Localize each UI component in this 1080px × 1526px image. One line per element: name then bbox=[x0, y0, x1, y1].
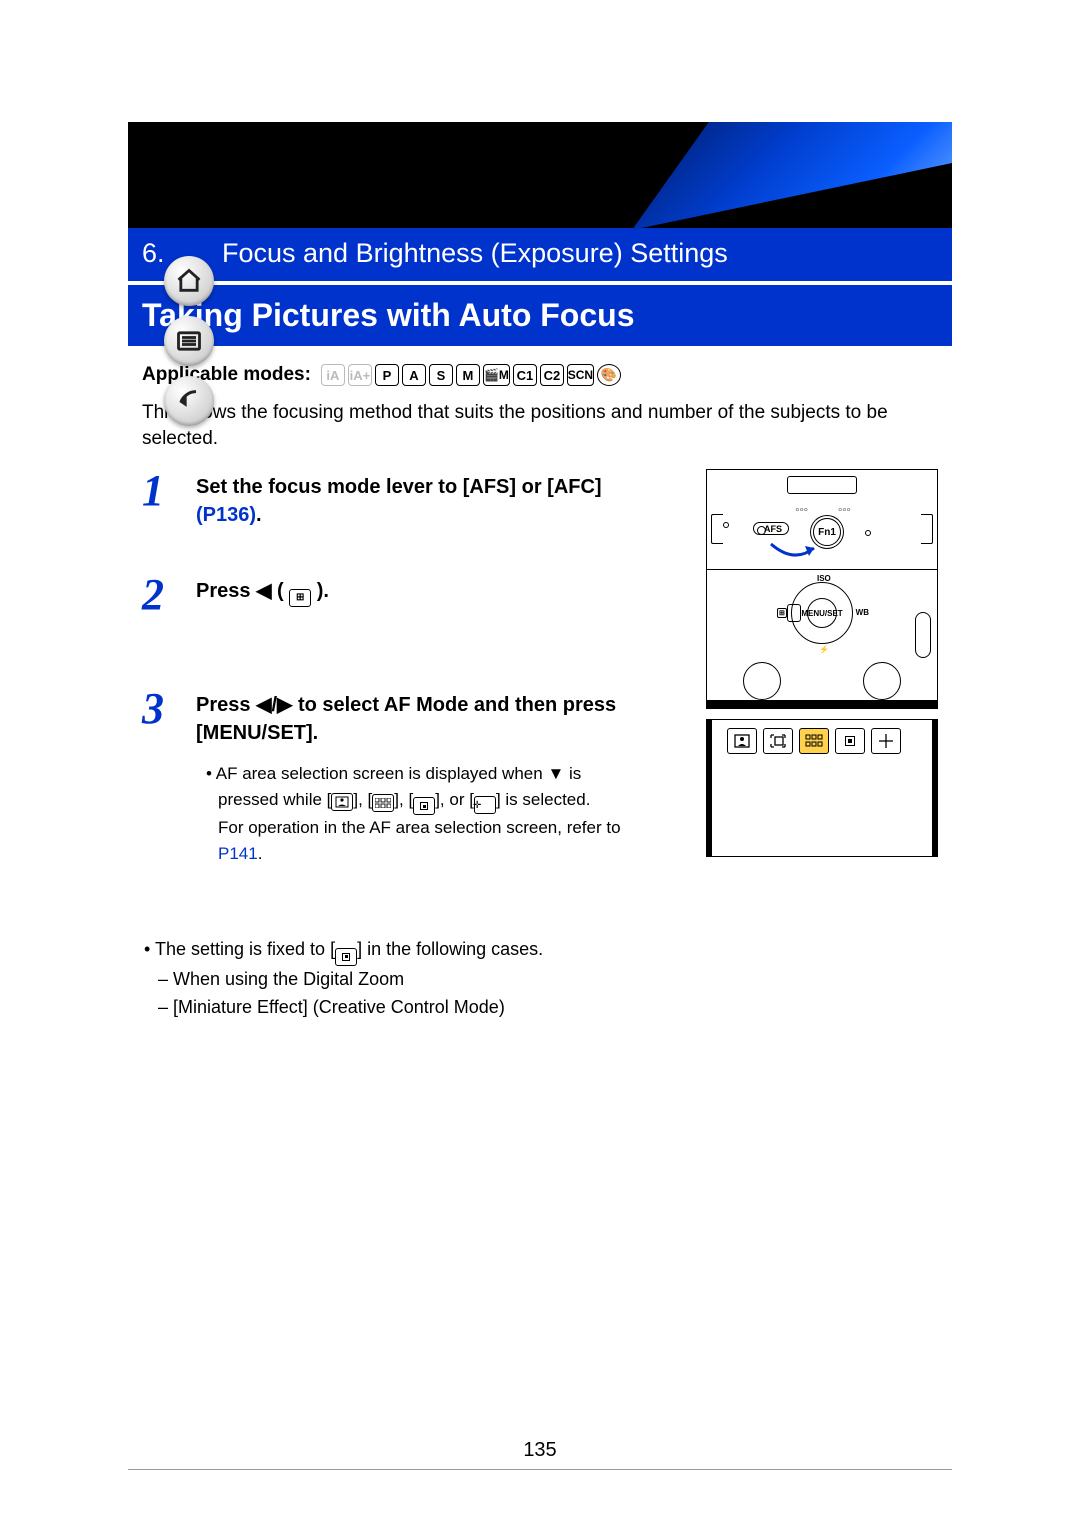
chapter-number: 6. bbox=[142, 238, 165, 269]
toc-button[interactable] bbox=[164, 316, 214, 366]
mode-icon-p: P bbox=[375, 364, 399, 386]
applicable-modes-row: Applicable modes: iA iA+ P A S M 🎬M C1 C… bbox=[142, 364, 938, 386]
home-button[interactable] bbox=[164, 256, 214, 306]
step-number: 2 bbox=[142, 573, 178, 617]
af-mode-face-icon bbox=[727, 728, 757, 754]
step-3-bullet-1: • AF area selection screen is displayed … bbox=[204, 761, 626, 815]
fixed-notes: • The setting is fixed to [] in the foll… bbox=[142, 936, 938, 1021]
mode-icons: iA iA+ P A S M 🎬M C1 C2 SCN 🎨 bbox=[321, 364, 621, 386]
af-mode-pinpoint-icon bbox=[871, 728, 901, 754]
camera-top-illustration: AFS Fn1 bbox=[707, 470, 937, 570]
af-mode-single-icon bbox=[835, 728, 865, 754]
description-text: This allows the focusing method that sui… bbox=[142, 400, 938, 451]
face-detect-icon bbox=[331, 793, 353, 811]
lever-arrow-icon bbox=[769, 542, 819, 560]
step-3-text-pre: Press bbox=[196, 694, 256, 716]
step-number: 1 bbox=[142, 469, 178, 529]
af-mode-screen bbox=[706, 719, 938, 857]
mode-icon-a: A bbox=[402, 364, 426, 386]
mode-icon-ia: iA bbox=[321, 364, 345, 386]
fixed-note-sub2: [Miniature Effect] (Creative Control Mod… bbox=[173, 997, 505, 1017]
chapter-bar: 6. Focus and Brightness (Exposure) Setti… bbox=[128, 228, 952, 281]
step-2-text-post: ). bbox=[311, 580, 329, 602]
p141-link[interactable]: P141 bbox=[218, 844, 258, 863]
mode-icon-c1: C1 bbox=[513, 364, 537, 386]
camera-back-illustration: MENU/SET ISO WB ⚡ ⊞ bbox=[707, 570, 937, 708]
mode-icon-m: M bbox=[456, 364, 480, 386]
back-icon bbox=[175, 387, 203, 415]
step-1-link[interactable]: (P136) bbox=[196, 504, 256, 526]
home-icon bbox=[175, 267, 203, 295]
focus-lever-label: AFS bbox=[753, 522, 789, 535]
left-right-arrow-icon: ◀/▶ bbox=[256, 694, 292, 716]
footer-rule bbox=[128, 1469, 952, 1470]
af-area-icon: ⊞ bbox=[289, 589, 311, 607]
single-af-icon bbox=[413, 797, 435, 815]
mode-icon-c2: C2 bbox=[540, 364, 564, 386]
single-af-icon bbox=[335, 948, 357, 966]
af-mode-multi-icon bbox=[799, 728, 829, 754]
mode-icon-scn: SCN bbox=[567, 364, 594, 386]
step-number: 3 bbox=[142, 687, 178, 866]
back-button[interactable] bbox=[164, 376, 214, 426]
list-icon bbox=[175, 327, 203, 355]
pinpoint-af-icon: ✛ bbox=[474, 796, 496, 814]
down-arrow-icon: ▼ bbox=[547, 764, 564, 783]
camera-illustration: AFS Fn1 MENU/SET ISO WB ⚡ ⊞ bbox=[706, 469, 938, 709]
page-number: 135 bbox=[0, 1439, 1080, 1462]
step-3-bullet-2: For operation in the AF area selection s… bbox=[204, 815, 626, 866]
mode-icon-moviem: 🎬M bbox=[483, 364, 510, 386]
step-2-text-pre: Press bbox=[196, 580, 256, 602]
mode-icon-creative: 🎨 bbox=[597, 364, 621, 386]
af-mode-tracking-icon bbox=[763, 728, 793, 754]
chapter-title: Focus and Brightness (Exposure) Settings bbox=[222, 238, 728, 268]
fixed-note-sub1: When using the Digital Zoom bbox=[173, 969, 404, 989]
section-title: Taking Pictures with Auto Focus bbox=[128, 285, 952, 346]
step-1-text: Set the focus mode lever to [AFS] or [AF… bbox=[196, 476, 602, 498]
control-dial: MENU/SET ISO WB ⚡ ⊞ bbox=[791, 582, 853, 644]
mode-icon-iaplus: iA+ bbox=[348, 364, 372, 386]
mode-icon-s: S bbox=[429, 364, 453, 386]
left-arrow-icon: ◀ ( bbox=[256, 580, 289, 602]
multi-af-icon bbox=[372, 794, 394, 812]
